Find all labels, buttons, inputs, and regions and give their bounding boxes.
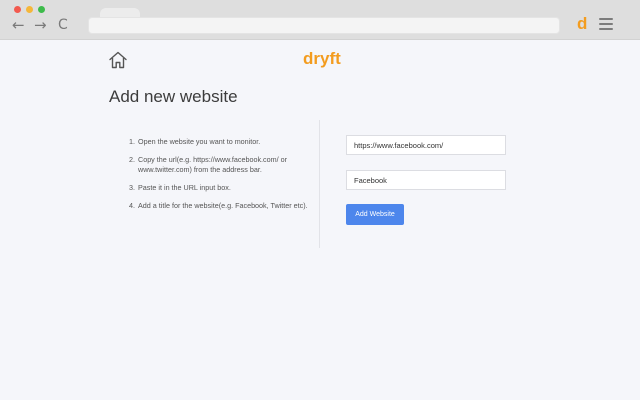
window-minimize-dot[interactable] [26, 6, 33, 13]
url-input[interactable] [346, 135, 506, 155]
home-icon[interactable] [108, 50, 128, 70]
address-bar[interactable] [88, 17, 560, 34]
page-title: Add new website [109, 87, 238, 106]
browser-toolbar: ← → C d [0, 0, 640, 40]
forward-arrow-icon[interactable]: → [34, 16, 47, 34]
instruction-step: Paste it in the URL input box. [137, 183, 325, 193]
instructions-list: Open the website you want to monitor. Co… [118, 137, 325, 219]
brand-logo: dryft [303, 49, 341, 68]
back-arrow-icon[interactable]: ← [12, 16, 25, 34]
window-close-dot[interactable] [14, 6, 21, 13]
instruction-step: Add a title for the website(e.g. Faceboo… [137, 201, 325, 211]
dryft-extension-icon[interactable]: d [577, 13, 587, 35]
vertical-divider [319, 120, 320, 248]
instruction-step: Copy the url(e.g. https://www.facebook.c… [137, 155, 325, 175]
title-input[interactable] [346, 170, 506, 190]
window-maximize-dot[interactable] [38, 6, 45, 13]
add-website-button[interactable]: Add Website [346, 204, 404, 225]
hamburger-menu-icon[interactable] [599, 18, 613, 30]
reload-icon[interactable]: C [58, 16, 68, 34]
instruction-step: Open the website you want to monitor. [137, 137, 325, 147]
